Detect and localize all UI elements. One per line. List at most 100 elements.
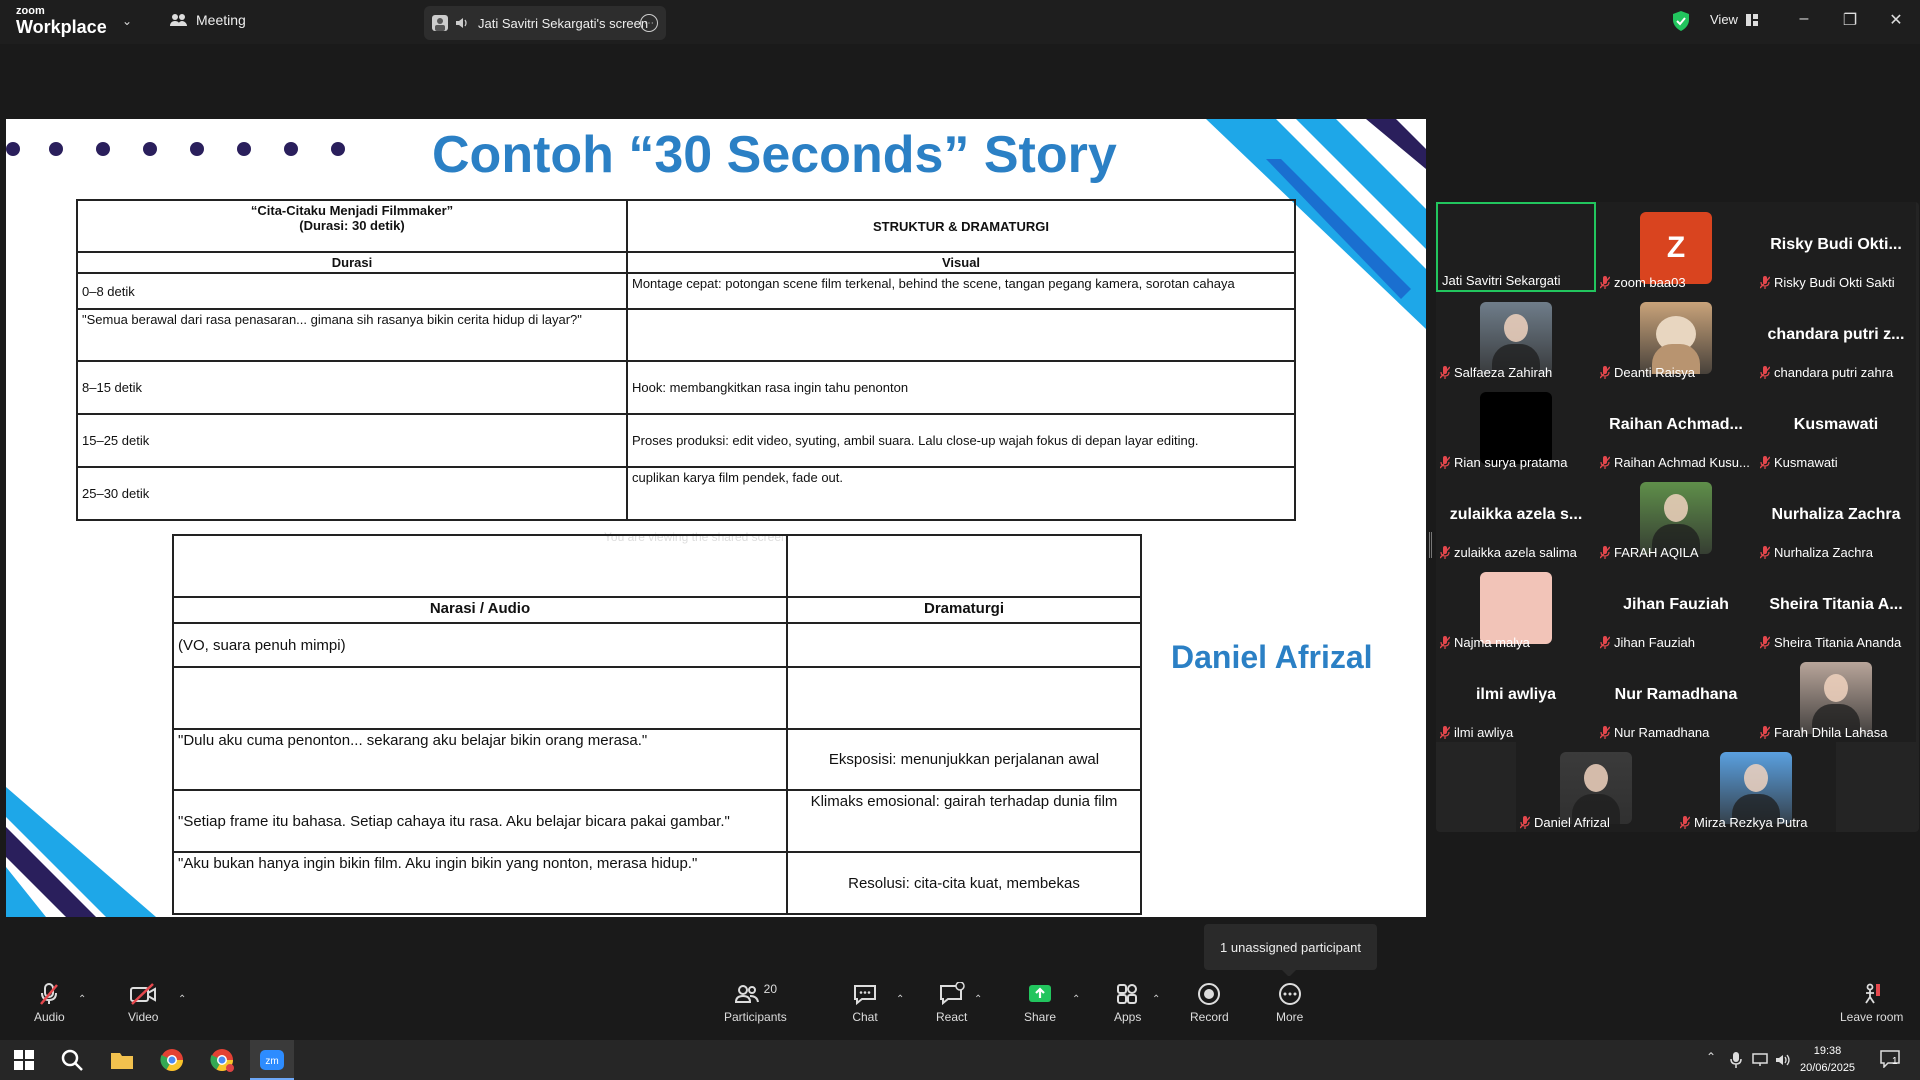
- participant-tile[interactable]: Nurhaliza Zachra Nurhaliza Zachra: [1756, 472, 1916, 562]
- grid-icon: [1745, 13, 1758, 26]
- video-button[interactable]: Video: [128, 982, 158, 1024]
- apps-options-caret[interactable]: ⌃: [1152, 994, 1160, 1005]
- view-button[interactable]: View: [1710, 12, 1758, 27]
- audio-options-caret[interactable]: ⌃: [78, 994, 86, 1005]
- participant-name-label: Rian surya pratama: [1454, 455, 1568, 470]
- react-button[interactable]: React: [936, 982, 967, 1024]
- network-icon[interactable]: [1752, 1053, 1768, 1067]
- avatar: [1720, 752, 1792, 824]
- table-cell: cuplikan karya film pendek, fade out.: [626, 466, 1296, 521]
- participant-tile[interactable]: Raihan Achmad... Raihan Achmad Kusu...: [1596, 382, 1756, 472]
- participant-tile[interactable]: Deanti Raisya: [1596, 292, 1756, 382]
- zoom-workplace-logo[interactable]: zoom Workplace: [16, 6, 107, 37]
- apps-button[interactable]: Apps: [1114, 982, 1141, 1024]
- table-title-cell: “Cita-Citaku Menjadi Filmmaker” (Durasi:…: [76, 199, 628, 253]
- more-button[interactable]: More: [1276, 982, 1303, 1024]
- restore-icon[interactable]: ❐: [1838, 10, 1862, 30]
- leave-room-button[interactable]: Leave room: [1840, 982, 1903, 1024]
- muted-microphone-icon: [1440, 726, 1450, 739]
- story-table: “Cita-Citaku Menjadi Filmmaker” (Durasi:…: [76, 199, 1296, 521]
- participant-display-name: zulaikka azela s...: [1449, 506, 1583, 523]
- participant-tile[interactable]: Farah Dhila Lahasa: [1756, 652, 1916, 742]
- participant-tile[interactable]: Nur Ramadhana Nur Ramadhana: [1596, 652, 1756, 742]
- tab-meeting[interactable]: Meeting: [170, 12, 246, 28]
- participants-button[interactable]: 20 Participants: [724, 982, 787, 1024]
- close-icon[interactable]: ✕: [1884, 10, 1908, 30]
- participant-tile[interactable]: Najma malya: [1436, 562, 1596, 652]
- participant-tile[interactable]: ilmi awliya ilmi awliya: [1436, 652, 1596, 742]
- table-cell: [172, 534, 788, 598]
- search-icon[interactable]: [58, 1046, 86, 1074]
- participant-name: Jati Savitri Sekargati: [1442, 273, 1561, 288]
- table-row: (VO, suara penuh mimpi): [172, 622, 1142, 668]
- chevron-up-icon[interactable]: ⌃: [1706, 1050, 1716, 1064]
- participant-tile[interactable]: Zzoom baa03: [1596, 202, 1756, 292]
- react-options-caret[interactable]: ⌃: [974, 994, 982, 1005]
- video-off-icon: [130, 983, 157, 1005]
- participant-tile[interactable]: Daniel Afrizal: [1516, 742, 1676, 832]
- apps-label: Apps: [1114, 1010, 1142, 1024]
- file-explorer-icon[interactable]: [108, 1046, 136, 1074]
- muted-microphone-icon: [1760, 546, 1770, 559]
- participant-name-label: zoom baa03: [1614, 275, 1686, 290]
- participant-name-label: Daniel Afrizal: [1534, 815, 1610, 830]
- muted-microphone-icon: [1440, 366, 1450, 379]
- participants-label: Participants: [724, 1010, 787, 1024]
- participant-gallery: Jati Savitri Sekargati Zzoom baa03 Risky B…: [1436, 202, 1919, 832]
- windows-start-icon[interactable]: [10, 1046, 38, 1074]
- participant-tile[interactable]: Jati Savitri Sekargati: [1436, 202, 1596, 292]
- volume-icon[interactable]: [1776, 1053, 1792, 1067]
- meeting-tab-label: Meeting: [196, 12, 246, 28]
- share-button[interactable]: Share: [1024, 982, 1056, 1024]
- participant-name: chandara putri zahra: [1760, 365, 1893, 380]
- table-cell: Resolusi: cita-cita kuat, membekas: [786, 851, 1142, 915]
- clock-date: 20/06/2025: [1800, 1062, 1856, 1074]
- participant-tile[interactable]: Kusmawati Kusmawati: [1756, 382, 1916, 472]
- table-cell: "Semua berawal dari rasa penasaran... gi…: [76, 308, 628, 362]
- zoom-taskbar-item[interactable]: zm: [250, 1040, 294, 1080]
- share-options-caret[interactable]: ⌃: [1072, 994, 1080, 1005]
- participant-tile[interactable]: FARAH AQILA: [1596, 472, 1756, 562]
- notification-icon[interactable]: 1: [1880, 1050, 1900, 1073]
- table-row: 15–25 detik Proses produksi: edit video,…: [76, 413, 1296, 468]
- participant-tile[interactable]: Salfaeza Zahirah: [1436, 292, 1596, 382]
- chevron-down-icon[interactable]: ⌄: [122, 14, 132, 28]
- muted-microphone-icon: [1760, 636, 1770, 649]
- chrome-icon[interactable]: [158, 1046, 186, 1074]
- record-button[interactable]: Record: [1190, 982, 1229, 1024]
- unassigned-tooltip: 1 unassigned participant: [1204, 924, 1377, 977]
- participant-display-name: Risky Budi Okti...: [1770, 236, 1902, 253]
- corner-decoration: [6, 787, 156, 917]
- more-options-icon[interactable]: ⋯: [640, 14, 658, 32]
- chat-button[interactable]: Chat: [852, 982, 878, 1024]
- participant-tile[interactable]: chandara putri z... chandara putri zahra: [1756, 292, 1916, 382]
- audio-button[interactable]: Audio: [34, 982, 65, 1024]
- participant-name: Risky Budi Okti Sakti: [1760, 275, 1895, 290]
- muted-microphone-icon: [1760, 276, 1770, 289]
- participant-tile[interactable]: Jihan Fauziah Jihan Fauziah: [1596, 562, 1756, 652]
- participant-name-label: chandara putri zahra: [1774, 365, 1894, 380]
- muted-microphone-icon: [1440, 456, 1450, 469]
- participant-tile[interactable]: Risky Budi Okti... Risky Budi Okti Sakti: [1756, 202, 1916, 292]
- taskbar-clock[interactable]: 19:38 20/06/2025: [1800, 1043, 1855, 1077]
- chat-label: Chat: [852, 1010, 878, 1024]
- shield-icon[interactable]: [1672, 11, 1690, 31]
- participant-tile[interactable]: Rian surya pratama: [1436, 382, 1596, 472]
- share-label: Share: [1024, 1010, 1057, 1024]
- share-screen-icon: [1029, 985, 1052, 1002]
- chat-options-caret[interactable]: ⌃: [896, 994, 904, 1005]
- react-icon: [939, 982, 965, 1006]
- participant-tile[interactable]: zulaikka azela s... zulaikka azela salima: [1436, 472, 1596, 562]
- people-icon: [170, 14, 187, 26]
- minimize-icon[interactable]: –: [1792, 10, 1816, 28]
- participant-name: zoom baa03: [1600, 275, 1686, 290]
- participant-tile[interactable]: Mirza Rezkya Putra: [1676, 742, 1836, 832]
- table-row: 25–30 detik cuplikan karya film pendek, …: [76, 466, 1296, 521]
- video-options-caret[interactable]: ⌃: [178, 994, 186, 1005]
- microphone-icon[interactable]: [1730, 1052, 1742, 1068]
- splitter-handle[interactable]: [1429, 532, 1432, 558]
- chrome-profile-icon[interactable]: [208, 1046, 236, 1074]
- participant-name-label: Jati Savitri Sekargati: [1442, 273, 1561, 288]
- tab-shared-screen[interactable]: Jati Savitri Sekargati's screen ⋯: [424, 6, 666, 40]
- participant-tile[interactable]: Sheira Titania A... Sheira Titania Ananda: [1756, 562, 1916, 652]
